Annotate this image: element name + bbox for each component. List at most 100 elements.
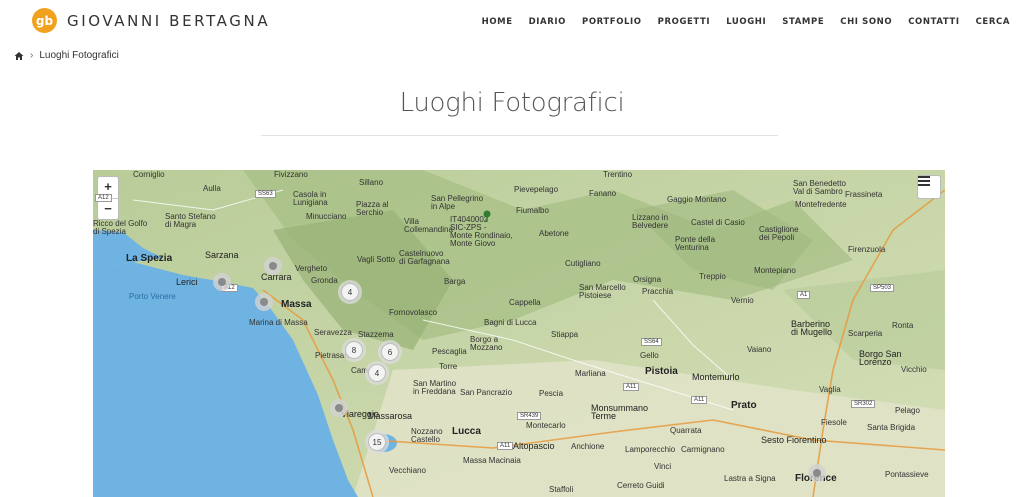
map-place-label: Massa Macinaia bbox=[463, 456, 521, 465]
map-place-label: Anchione bbox=[571, 442, 605, 451]
map-place-label: Torre bbox=[439, 362, 458, 371]
map-place-label: Gronda bbox=[311, 276, 338, 285]
road-shield: A11 bbox=[691, 396, 708, 404]
map-place-label: Treppio bbox=[699, 272, 726, 281]
road-shield: SR439 bbox=[517, 412, 542, 420]
map-place-label: Sarzana bbox=[205, 250, 239, 260]
map-place-label: Pescia bbox=[539, 389, 564, 398]
nav-progetti[interactable]: PROGETTI bbox=[658, 17, 711, 27]
places-map[interactable]: + − Corniglio Fivizzano Sillano Trentino San… bbox=[93, 170, 945, 497]
map-place-label: Cappella bbox=[509, 298, 541, 307]
map-place-label: Borgo San Lorenzo bbox=[859, 349, 902, 367]
location-pin[interactable] bbox=[330, 399, 348, 417]
marker-cluster[interactable]: 4 bbox=[365, 361, 389, 385]
map-place-label: Lizzano in Belvedere bbox=[632, 213, 669, 230]
map-place-label: Vicchio bbox=[901, 365, 927, 374]
marker-cluster[interactable]: 15 bbox=[365, 430, 389, 454]
site-header: gb GIOVANNI BERTAGNA HOME DIARIO PORTFOL… bbox=[0, 0, 1024, 44]
map-place-label: Montemurlo bbox=[692, 372, 740, 382]
marker-cluster[interactable]: 4 bbox=[338, 280, 362, 304]
site-logo[interactable]: gb GIOVANNI BERTAGNA bbox=[32, 8, 270, 33]
nav-chi-sono[interactable]: CHI SONO bbox=[840, 17, 892, 27]
nav-diario[interactable]: DIARIO bbox=[529, 17, 566, 27]
menu-icon bbox=[918, 176, 930, 186]
map-place-label: Borgo a Mozzano bbox=[470, 335, 503, 352]
map-place-label: Abetone bbox=[539, 229, 569, 238]
map-place-label: Vecchiano bbox=[389, 466, 426, 475]
map-place-label: San Pancrazio bbox=[460, 388, 513, 397]
road-shield: SR302 bbox=[851, 400, 876, 408]
breadcrumb-current: Luoghi Fotografici bbox=[39, 50, 119, 61]
nav-contatti[interactable]: CONTATTI bbox=[908, 17, 959, 27]
site-name: GIOVANNI BERTAGNA bbox=[67, 11, 271, 30]
map-place-label: Vinci bbox=[654, 462, 672, 471]
map-place-label: Marina di Massa bbox=[249, 318, 308, 327]
map-place-label: Porto Venere bbox=[129, 292, 176, 301]
map-place-label: Lerici bbox=[176, 277, 198, 287]
map-place-label: Bagni di Lucca bbox=[484, 318, 537, 327]
map-place-label: Pescaglia bbox=[432, 347, 467, 356]
nav-portfolio[interactable]: PORTFOLIO bbox=[582, 17, 642, 27]
map-place-label: Santa Brigida bbox=[867, 423, 916, 432]
map-place-label: Orsigna bbox=[633, 275, 662, 284]
road-shield: SS64 bbox=[641, 338, 662, 346]
map-place-label: Ricco del Golfo di Spezia bbox=[93, 219, 148, 236]
park-tree-icon bbox=[483, 210, 491, 221]
marker-cluster[interactable]: 8 bbox=[342, 338, 366, 362]
map-place-label: Vaiano bbox=[747, 345, 772, 354]
page-title: Luoghi Fotografici bbox=[399, 88, 625, 118]
map-place-label: Seravezza bbox=[314, 328, 352, 337]
map-place-label: Fiumalbo bbox=[516, 206, 549, 215]
location-pin[interactable] bbox=[264, 257, 282, 275]
map-place-label: Altopascio bbox=[513, 441, 555, 451]
nav-home[interactable]: HOME bbox=[482, 17, 513, 27]
home-icon[interactable] bbox=[14, 51, 24, 61]
map-place-label: Castelnuovo di Garfagnana bbox=[399, 249, 450, 266]
map-place-label: Stiappa bbox=[551, 330, 579, 339]
map-place-label: Stazzema bbox=[358, 330, 394, 339]
map-place-label: Fivizzano bbox=[274, 170, 308, 179]
map-place-label: Montefredente bbox=[795, 200, 847, 209]
map-place-label: Pistoia bbox=[645, 366, 678, 377]
map-place-label: Casola in Lunigiana bbox=[293, 190, 328, 207]
layers-button[interactable] bbox=[917, 175, 941, 199]
logo-mark: gb bbox=[32, 8, 57, 33]
marker-cluster[interactable]: 6 bbox=[378, 340, 402, 364]
map-place-label: Fornovolasco bbox=[389, 308, 438, 317]
map-place-label: Aulla bbox=[203, 184, 221, 193]
map-place-label: Lamporecchio bbox=[625, 445, 676, 454]
nav-stampe[interactable]: STAMPE bbox=[782, 17, 824, 27]
map-place-label: Fanano bbox=[589, 189, 617, 198]
map-place-label: Pelago bbox=[895, 406, 920, 415]
location-pin[interactable] bbox=[213, 273, 231, 291]
map-place-label: Scarperia bbox=[848, 329, 883, 338]
map-place-label: San Martino in Freddana bbox=[413, 379, 457, 396]
main-nav: HOME DIARIO PORTFOLIO PROGETTI LUOGHI ST… bbox=[466, 17, 1010, 27]
map-place-label: San Pellegrino in Alpe bbox=[431, 194, 484, 211]
map-place-label: Vergheto bbox=[295, 264, 328, 273]
map-place-label: Ronta bbox=[892, 321, 914, 330]
map-place-label: Sesto Fiorentino bbox=[761, 435, 827, 445]
location-pin[interactable] bbox=[255, 293, 273, 311]
map-place-label: Pracchia bbox=[642, 287, 674, 296]
location-pin[interactable] bbox=[808, 464, 826, 482]
map-place-label: Montecarlo bbox=[526, 421, 566, 430]
road-shield: A11 bbox=[497, 442, 514, 450]
nav-cerca[interactable]: CERCA bbox=[976, 17, 1010, 27]
map-place-label: Piazza al Serchio bbox=[356, 200, 389, 217]
map-place-label: Staffoli bbox=[549, 485, 574, 494]
nav-luoghi[interactable]: LUOGHI bbox=[726, 17, 766, 27]
map-place-label: Prato bbox=[731, 400, 757, 411]
map-place-label: Vagli Sotto bbox=[357, 255, 396, 264]
map-place-label: La Spezia bbox=[126, 253, 173, 264]
map-place-label: Santo Stefano di Magra bbox=[165, 212, 216, 229]
map-place-label: Barberino di Mugello bbox=[791, 319, 833, 337]
map-place-label: Firenzuola bbox=[848, 245, 886, 254]
map-place-label: Gaggio Montano bbox=[667, 195, 727, 204]
map-place-label: Castel di Casio bbox=[691, 218, 745, 227]
road-shield: A11 bbox=[623, 383, 640, 391]
map-place-label: Cutigliano bbox=[565, 259, 601, 268]
map-place-label: Quarrata bbox=[670, 426, 702, 435]
map-place-label: Marliana bbox=[575, 369, 606, 378]
map-place-label: San Benedetto Val di Sambro bbox=[793, 179, 846, 196]
